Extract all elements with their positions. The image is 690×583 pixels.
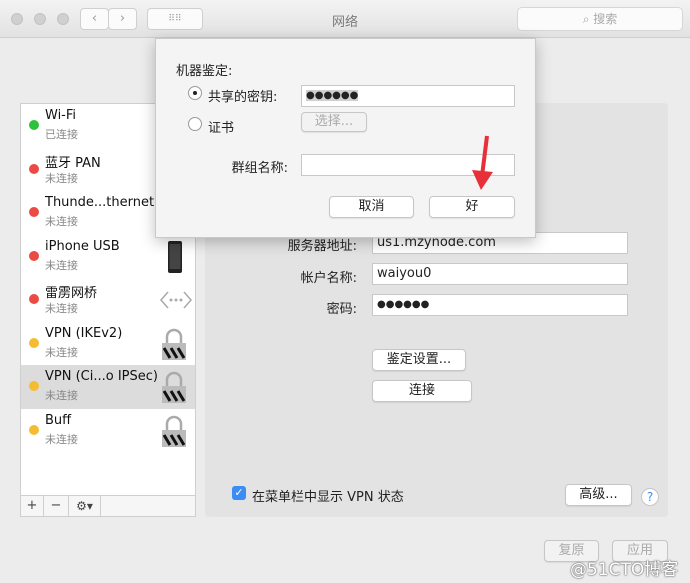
certificate-label: 证书 <box>208 121 235 136</box>
remove-service-button[interactable]: − <box>44 496 69 516</box>
status-dot <box>29 337 39 348</box>
dialog-heading: 机器鉴定: <box>176 64 233 79</box>
service-status: 未连接 <box>45 389 78 402</box>
service-status: 未连接 <box>45 302 78 315</box>
service-status: 未连接 <box>45 258 78 272</box>
lock-icon <box>159 371 189 403</box>
show-vpn-status-checkbox[interactable]: ✓ <box>232 486 246 500</box>
service-item[interactable]: VPN (Ci...o IPSec) 未连接 <box>21 365 195 409</box>
certificate-radio[interactable] <box>188 117 202 131</box>
service-item[interactable]: VPN (IKEv2) 未连接 <box>21 322 195 366</box>
password-label: 密码: <box>326 302 357 317</box>
show-vpn-status-label: 在菜单栏中显示 VPN 状态 <box>252 490 404 505</box>
service-name: VPN (IKEv2) <box>45 325 123 341</box>
service-name: Buff <box>45 412 72 428</box>
password-input[interactable]: ●●●●●● <box>372 294 628 316</box>
service-status: 未连接 <box>45 215 78 228</box>
lock-icon <box>159 415 189 447</box>
shared-secret-radio[interactable] <box>188 86 202 100</box>
service-name: 雷雳网桥 <box>45 286 98 301</box>
service-status: 未连接 <box>45 171 78 185</box>
auth-settings-button[interactable]: 鉴定设置... <box>372 349 466 371</box>
select-certificate-button[interactable]: 选择... <box>301 112 367 132</box>
iphone-icon <box>159 240 189 273</box>
search-input[interactable]: ⌕ 搜索 <box>517 7 683 31</box>
status-dot <box>29 294 39 304</box>
service-name: Thunde...thernet <box>45 195 155 210</box>
watermark: @51CTO博客 <box>570 560 679 580</box>
red-arrow-annotation <box>472 135 493 190</box>
service-status: 未连接 <box>45 345 78 359</box>
ok-button[interactable]: 好 <box>429 196 515 218</box>
account-name-input[interactable]: waiyou0 <box>372 263 628 285</box>
search-placeholder: 搜索 <box>593 12 618 26</box>
status-dot <box>29 120 39 130</box>
status-dot <box>29 163 39 174</box>
shared-secret-input[interactable]: ●●●●●● <box>301 85 515 107</box>
service-name: VPN (Ci...o IPSec) <box>45 369 158 384</box>
status-dot <box>29 381 39 391</box>
service-list-toolbar: + − ⚙▾ <box>20 495 196 517</box>
account-label: 帐户名称: <box>300 271 357 286</box>
service-name: Wi-Fi <box>45 108 77 123</box>
status-dot <box>29 207 39 217</box>
gear-menu-button[interactable]: ⚙▾ <box>69 496 101 516</box>
lock-icon <box>159 328 189 360</box>
service-status: 已连接 <box>45 128 78 141</box>
service-item[interactable]: iPhone USB 未连接 <box>21 235 195 279</box>
add-service-button[interactable]: + <box>21 496 44 516</box>
advanced-button[interactable]: 高级... <box>565 484 632 506</box>
shared-secret-value: ●●●●●● <box>306 90 359 101</box>
bridge-icon <box>159 284 192 316</box>
service-status: 未连接 <box>45 432 78 446</box>
connect-button[interactable]: 连接 <box>372 380 472 402</box>
status-dot <box>29 250 39 261</box>
search-icon: ⌕ <box>582 12 594 26</box>
cancel-button[interactable]: 取消 <box>329 196 414 218</box>
service-name: 蓝牙 PAN <box>45 155 101 171</box>
help-button[interactable]: ? <box>641 488 659 506</box>
service-item[interactable]: 雷雳网桥 未连接 <box>21 278 195 322</box>
group-name-label: 群组名称: <box>231 161 288 176</box>
service-item[interactable]: Buff 未连接 <box>21 409 195 453</box>
service-name: iPhone USB <box>45 238 120 254</box>
status-dot <box>29 424 39 435</box>
shared-secret-label: 共享的密钥: <box>208 90 278 105</box>
